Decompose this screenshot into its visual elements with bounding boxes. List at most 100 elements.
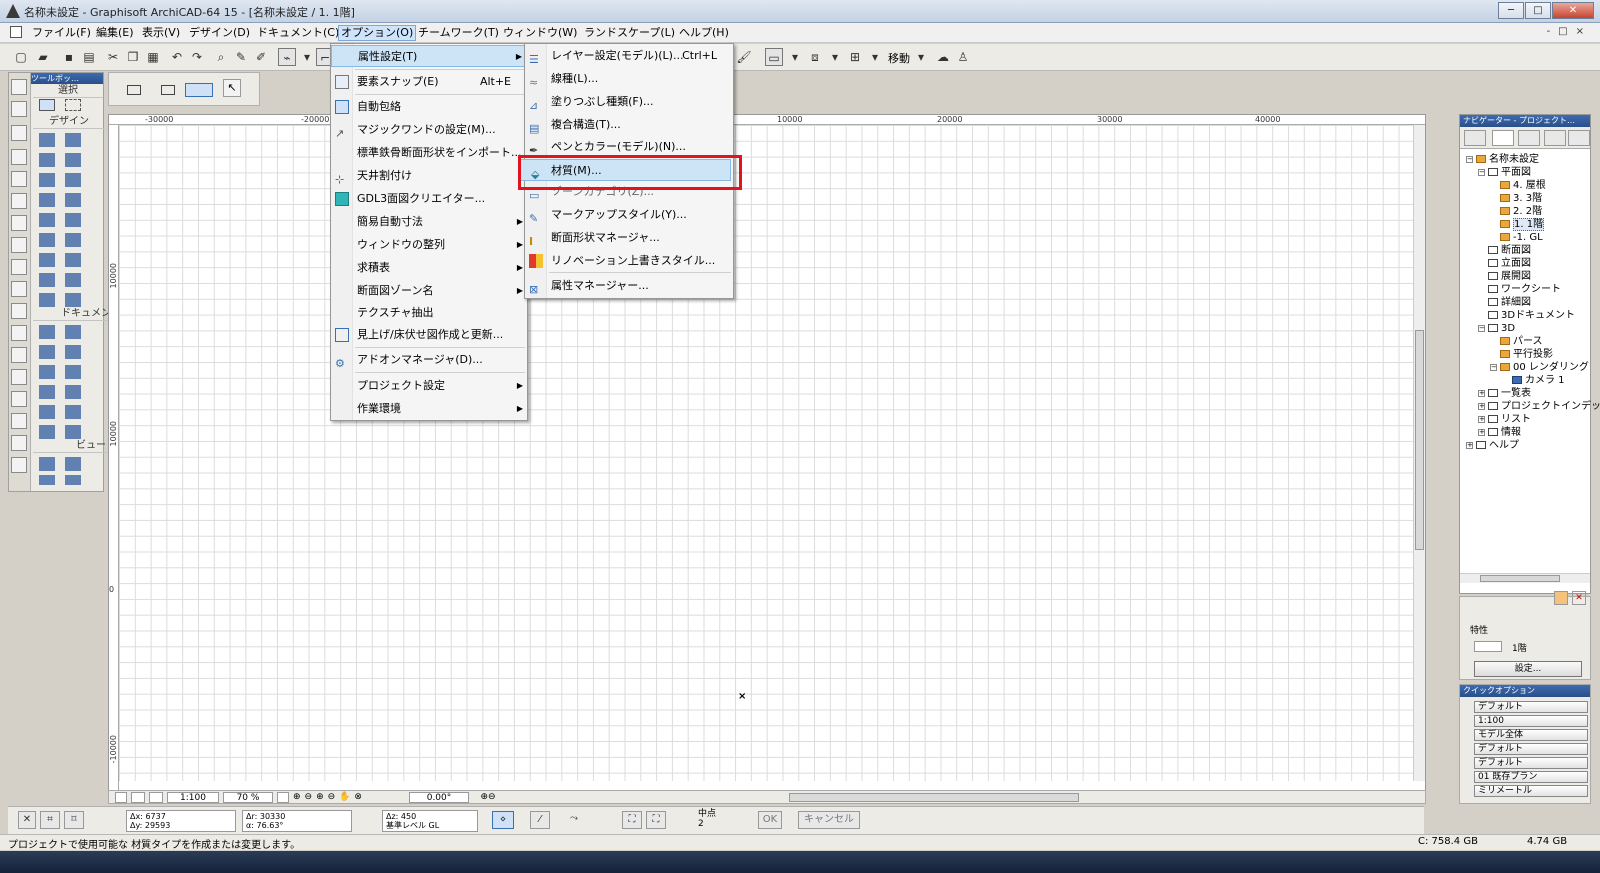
menu-design[interactable]: デザイン(D) (187, 25, 252, 41)
door-icon[interactable] (39, 173, 55, 187)
maximize-button[interactable]: □ (1525, 2, 1551, 19)
submenu-item-renovation-styles[interactable]: リノベーション上書きスタイル... (525, 250, 733, 272)
floor-plan-canvas[interactable]: -30000 -20000 10000 20000 30000 40000 10… (108, 114, 1426, 794)
snap-options-icon[interactable]: ⛶ (646, 811, 666, 829)
menu-item-import-steel[interactable]: 標準鉄骨断面形状をインポート... (331, 142, 527, 164)
arc-tool-icon[interactable] (11, 215, 27, 231)
zoom-tools[interactable]: ⊕⊖⊕⊖✋⊗ (293, 792, 393, 803)
layout-view-icon[interactable]: ▭ (765, 48, 783, 66)
grid-dropdown-icon[interactable]: ▾ (866, 48, 884, 66)
spline-icon[interactable] (39, 425, 55, 439)
submenu-item-composites[interactable]: ▤ 複合構造(T)... (525, 114, 733, 136)
stair-tool-icon[interactable] (11, 125, 27, 141)
vertical-scroll-thumb[interactable] (1415, 330, 1424, 550)
snap-mode-icon[interactable]: ⋄ (492, 811, 514, 829)
dropdown-icon[interactable]: ▾ (298, 48, 316, 66)
ok-button[interactable]: OK (758, 811, 782, 829)
tree-item[interactable]: + ヘルプ (1466, 439, 1519, 452)
fill-icon[interactable] (39, 385, 55, 399)
menu-edit[interactable]: 編集(E) (94, 25, 136, 41)
menu-item-gdl-creator[interactable]: GDL3面図クリエイター... (331, 188, 527, 210)
tracker-icon[interactable]: ⌑ (64, 811, 84, 829)
menu-item-project-preferences[interactable]: プロジェクト設定 ▶ (331, 375, 527, 397)
tree-item[interactable]: 4. 屋根 (1500, 179, 1546, 192)
redo-icon[interactable]: ↷ (188, 48, 206, 66)
morph-icon[interactable] (65, 253, 81, 267)
menu-window[interactable]: ウィンドウ(W) (501, 25, 579, 41)
relative-xy-field[interactable]: Δx: 6737 Δy: 29593 (126, 810, 236, 832)
navigator-scrollbar[interactable] (1460, 573, 1590, 583)
menu-item-texture-extract[interactable]: テクスチャ抽出 (331, 302, 527, 324)
document-window-controls[interactable]: -□× (1547, 26, 1592, 37)
new-folder-icon[interactable] (1554, 591, 1568, 605)
submenu-item-markup-styles[interactable]: ✎ マークアップスタイル(Y)... (525, 204, 733, 226)
roof-icon[interactable] (65, 213, 81, 227)
level-tool-icon[interactable] (11, 259, 27, 275)
navigator-scroll-thumb[interactable] (1480, 575, 1560, 582)
menu-options[interactable]: オプション(O) (338, 25, 417, 41)
menu-item-arrange-windows[interactable]: ウィンドウの整列 ▶ (331, 234, 527, 256)
layer-combo-icon[interactable] (149, 792, 163, 803)
menu-item-quick-dimension[interactable]: 簡易自動寸法 ▶ (331, 211, 527, 233)
delete-icon[interactable]: ✕ (1572, 591, 1586, 605)
move-dropdown-icon[interactable]: ▾ (912, 48, 930, 66)
zone-tool-icon[interactable] (11, 281, 27, 297)
slab-icon[interactable] (39, 213, 55, 227)
scale-field[interactable]: 1:100 (167, 792, 219, 803)
find-select-icon[interactable]: ⌕ (212, 48, 230, 66)
elevation-field[interactable]: Δz: 450 基準レベル GL (382, 810, 478, 832)
tree-item[interactable]: 詳細図 (1488, 296, 1531, 309)
navigator-mode-icon[interactable] (1464, 130, 1486, 146)
zoom-field[interactable]: 70 % (223, 792, 273, 803)
tree-item[interactable]: 2. 2階 (1500, 205, 1542, 218)
label-icon[interactable] (65, 365, 81, 379)
line-snap-icon[interactable]: ⁄ (530, 811, 550, 829)
camera-icon[interactable] (65, 293, 81, 307)
menu-item-work-environment[interactable]: 作業環境 ▶ (331, 398, 527, 420)
vertical-scrollbar[interactable] (1413, 125, 1425, 781)
guide-lines-icon[interactable]: ⌁ (278, 48, 296, 66)
zoom-arrow-icon[interactable] (277, 792, 289, 803)
menu-landscape[interactable]: ランドスケープ(L) (582, 25, 677, 41)
stair-icon[interactable] (39, 273, 55, 287)
undo-icon[interactable]: ↶ (168, 48, 186, 66)
section-tool-icon[interactable] (11, 325, 27, 341)
copy-icon[interactable]: ❐ (124, 48, 142, 66)
slab-tool-icon[interactable] (11, 101, 27, 117)
menu-document[interactable]: ドキュメント(C) (255, 25, 341, 41)
menu-item-area-table[interactable]: 求積表 ▶ (331, 257, 527, 279)
beam-icon[interactable] (39, 153, 55, 167)
minimize-button[interactable]: ─ (1498, 2, 1524, 19)
rectangle-method-icon[interactable] (161, 85, 175, 95)
text-icon[interactable] (39, 365, 55, 379)
column-icon[interactable] (65, 133, 81, 147)
close-x-icon[interactable]: ✕ (18, 811, 36, 829)
close-button[interactable]: ✕ (1552, 2, 1594, 19)
save-icon[interactable]: ▪ (60, 48, 78, 66)
wall-icon[interactable] (39, 133, 55, 147)
curtain-wall-icon[interactable] (65, 173, 81, 187)
submenu-item-attribute-manager[interactable]: ⊠ 属性マネージャー... (525, 275, 733, 297)
mesh-tool-icon[interactable] (11, 435, 27, 451)
quick-option-row[interactable]: モデル全体 (1474, 729, 1588, 741)
tree-item[interactable]: −3D (1478, 322, 1515, 335)
wall-tool-icon[interactable] (11, 79, 27, 95)
circle-icon[interactable] (39, 405, 55, 419)
spot-elevation-icon[interactable] (39, 345, 55, 359)
project-map-tab[interactable] (1492, 130, 1514, 146)
elevation-tool-icon[interactable] (11, 347, 27, 363)
menu-item-ceiling-grid[interactable]: ⊹ 天井割付け (331, 165, 527, 187)
menu-item-addon-manager[interactable]: ⚙ アドオンマネージャ(D)... (331, 349, 527, 371)
figure-tool-icon[interactable] (11, 303, 27, 319)
shell-icon[interactable] (39, 233, 55, 247)
menu-help[interactable]: ヘルプ(H) (677, 25, 731, 41)
quick-option-row[interactable]: デフォルト (1474, 743, 1588, 755)
menu-item-auto-intersection[interactable]: 自動包絡 (331, 96, 527, 118)
story-id-field[interactable] (1474, 641, 1502, 652)
cancel-button[interactable]: キャンセル (798, 811, 860, 829)
new-file-icon[interactable]: ▢ (12, 48, 30, 66)
label-tool-icon[interactable] (11, 457, 27, 473)
submenu-item-layer-settings[interactable]: ☰ レイヤー設定(モデル)(L)... Ctrl+L (525, 45, 733, 67)
inject-icon[interactable]: ✐ (252, 48, 270, 66)
hotspot-icon[interactable] (65, 425, 81, 439)
